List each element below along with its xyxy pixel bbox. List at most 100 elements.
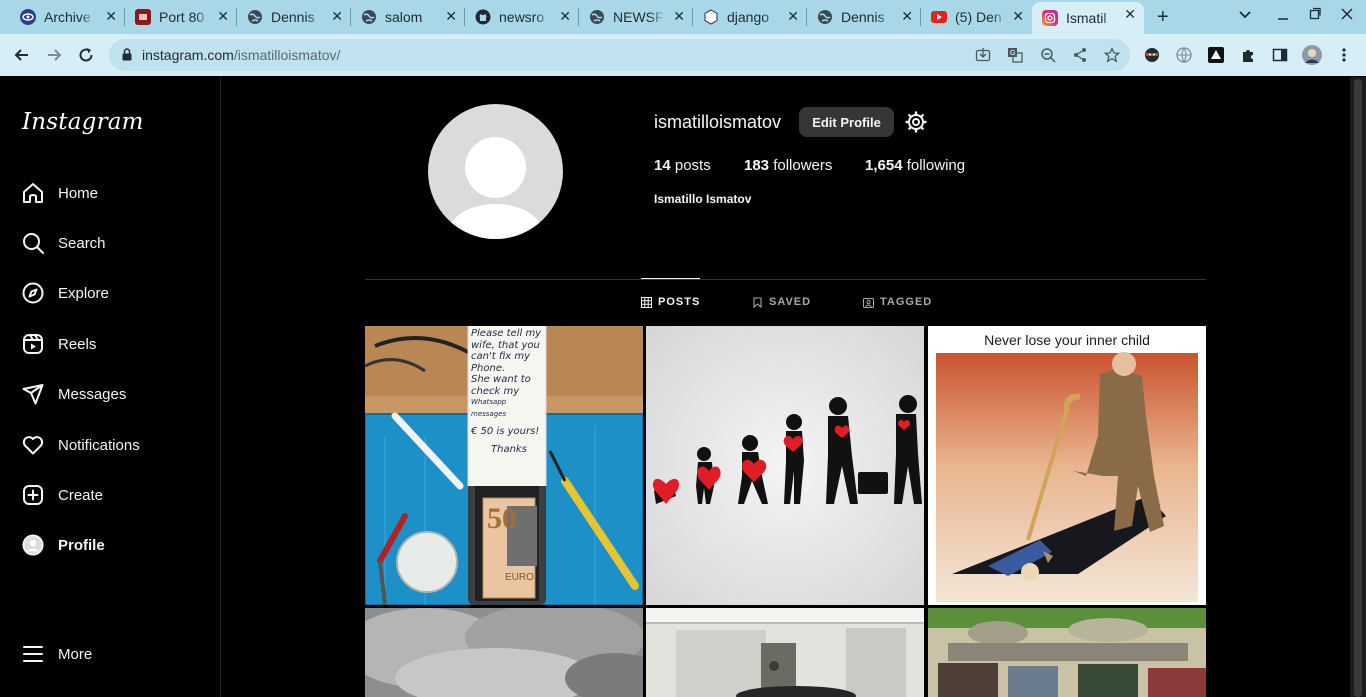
extensions-puzzle-icon[interactable] [1240, 47, 1256, 63]
sidebar-item-label: Profile [58, 536, 105, 554]
extension-triangle-icon[interactable] [1208, 47, 1224, 63]
sidebar-item-more[interactable]: More [22, 642, 92, 666]
tab-posts[interactable]: POSTS [641, 296, 700, 308]
port-favicon [135, 9, 151, 25]
grid-icon [641, 296, 652, 308]
back-icon[interactable] [10, 43, 34, 67]
reload-icon[interactable] [74, 43, 98, 67]
browser-profile-avatar[interactable] [1302, 45, 1322, 65]
browser-tab[interactable]: Dennis ✕ [807, 4, 921, 30]
browser-toolbar: instagram.com/ismatilloismatov/ G [0, 34, 1366, 76]
sidebar-item-search[interactable]: Search [22, 231, 106, 255]
instagram-sidebar: Instagram Home Search Explore Reels Mess… [0, 77, 221, 697]
close-icon[interactable]: ✕ [559, 8, 571, 25]
followers-link[interactable]: 183 followers [744, 157, 832, 174]
page-scrollbar[interactable] [1350, 77, 1366, 697]
profile-divider [365, 279, 1206, 280]
minimize-icon[interactable] [1277, 7, 1289, 24]
post-thumbnail[interactable] [646, 326, 924, 605]
address-bar[interactable]: instagram.com/ismatilloismatov/ G [109, 39, 1130, 71]
following-link[interactable]: 1,654 following [865, 157, 965, 174]
close-icon[interactable]: ✕ [105, 8, 117, 25]
post-caption-text: Never lose your inner child [984, 332, 1150, 348]
post-thumbnail[interactable] [928, 608, 1206, 697]
archive-favicon [20, 9, 36, 25]
sidebar-item-label: More [58, 645, 93, 663]
post-thumbnail[interactable]: Please tell my wife, that you can't fix … [365, 326, 643, 605]
profile-username: ismatilloismatov [654, 112, 782, 132]
menu-icon [22, 643, 44, 665]
zoom-icon[interactable] [1040, 47, 1056, 63]
browser-tab[interactable]: salom ✕ [351, 4, 465, 30]
browser-tab[interactable]: NEWSF ✕ [579, 4, 693, 30]
scrollbar-thumb[interactable] [1354, 79, 1362, 697]
extension-globe-icon[interactable] [1176, 47, 1192, 64]
translate-icon[interactable]: G [1007, 47, 1023, 63]
close-icon[interactable]: ✕ [901, 8, 913, 25]
close-icon[interactable]: ✕ [445, 8, 457, 25]
tab-tagged[interactable]: TAGGED [863, 296, 932, 308]
reels-icon [22, 333, 44, 355]
django-favicon [703, 9, 719, 25]
instagram-logo[interactable]: Instagram [22, 109, 144, 135]
sidebar-item-messages[interactable]: Messages [22, 382, 126, 406]
post-image [365, 608, 643, 697]
post-image [928, 326, 1206, 605]
close-icon[interactable]: ✕ [1124, 6, 1136, 23]
side-panel-icon[interactable] [1272, 47, 1288, 63]
sidebar-item-explore[interactable]: Explore [22, 281, 109, 305]
profile-full-name: Ismatillo Ismatov [654, 192, 752, 206]
globe-icon [247, 9, 263, 25]
browser-tab[interactable]: Archive ✕ [10, 4, 125, 30]
new-tab-button[interactable]: + [1157, 6, 1169, 29]
sidebar-item-profile[interactable]: Profile [22, 533, 105, 557]
bookmark-icon [752, 296, 763, 308]
extension-ninja-icon[interactable] [1144, 47, 1160, 63]
profile-avatar[interactable] [428, 104, 563, 239]
browser-tab[interactable]: (5) Den ✕ [921, 4, 1032, 30]
share-icon[interactable] [1072, 47, 1088, 63]
sidebar-item-reels[interactable]: Reels [22, 332, 96, 356]
restore-icon[interactable] [1309, 7, 1321, 24]
forward-icon[interactable] [42, 43, 66, 67]
tagged-user-icon [863, 297, 874, 308]
browser-tab[interactable]: Port 80 ✕ [125, 4, 237, 30]
sidebar-item-label: Messages [58, 385, 127, 403]
tab-search-icon[interactable] [1238, 7, 1252, 24]
sidebar-item-label: Reels [58, 335, 97, 353]
browser-tab-strip: Archive ✕ Port 80 ✕ Dennis ✕ salom ✕ new… [0, 0, 1366, 34]
posts-count: 14 posts [654, 157, 711, 174]
post-image [646, 608, 924, 697]
post-thumbnail[interactable] [646, 608, 924, 697]
close-icon[interactable]: ✕ [331, 8, 343, 25]
sidebar-item-label: Create [58, 486, 104, 504]
sidebar-item-notifications[interactable]: Notifications [22, 433, 140, 457]
tab-saved[interactable]: SAVED [752, 296, 811, 308]
browser-tab[interactable]: django ✕ [693, 4, 807, 30]
post-note-text: Please tell my wife, that you can't fix … [471, 328, 542, 455]
browser-menu-icon[interactable] [1336, 47, 1352, 63]
close-icon[interactable]: ✕ [787, 8, 799, 25]
post-thumbnail[interactable]: Never lose your inner child [928, 326, 1206, 605]
post-thumbnail[interactable] [365, 608, 643, 697]
browser-tab[interactable]: newsro ✕ [465, 4, 579, 30]
close-icon[interactable]: ✕ [1012, 8, 1024, 25]
sidebar-item-label: Explore [58, 284, 109, 302]
edit-profile-button[interactable]: Edit Profile [799, 107, 894, 137]
sidebar-item-home[interactable]: Home [22, 181, 98, 205]
url-text[interactable]: instagram.com/ismatilloismatov/ [142, 47, 340, 63]
post-image [646, 326, 924, 605]
plus-square-icon [22, 484, 44, 506]
lock-icon[interactable] [122, 48, 132, 66]
sidebar-item-create[interactable]: Create [22, 483, 103, 507]
browser-tab[interactable]: Dennis ✕ [237, 4, 351, 30]
instagram-icon [1042, 10, 1058, 26]
install-app-icon[interactable] [975, 47, 991, 63]
search-icon [22, 232, 44, 254]
close-icon[interactable]: ✕ [217, 8, 229, 25]
bookmark-star-icon[interactable] [1103, 46, 1121, 63]
window-close-icon[interactable] [1341, 7, 1353, 24]
gear-icon[interactable] [905, 111, 927, 133]
browser-tab-active[interactable]: Ismatil ✕ [1032, 2, 1144, 34]
close-icon[interactable]: ✕ [673, 8, 685, 25]
